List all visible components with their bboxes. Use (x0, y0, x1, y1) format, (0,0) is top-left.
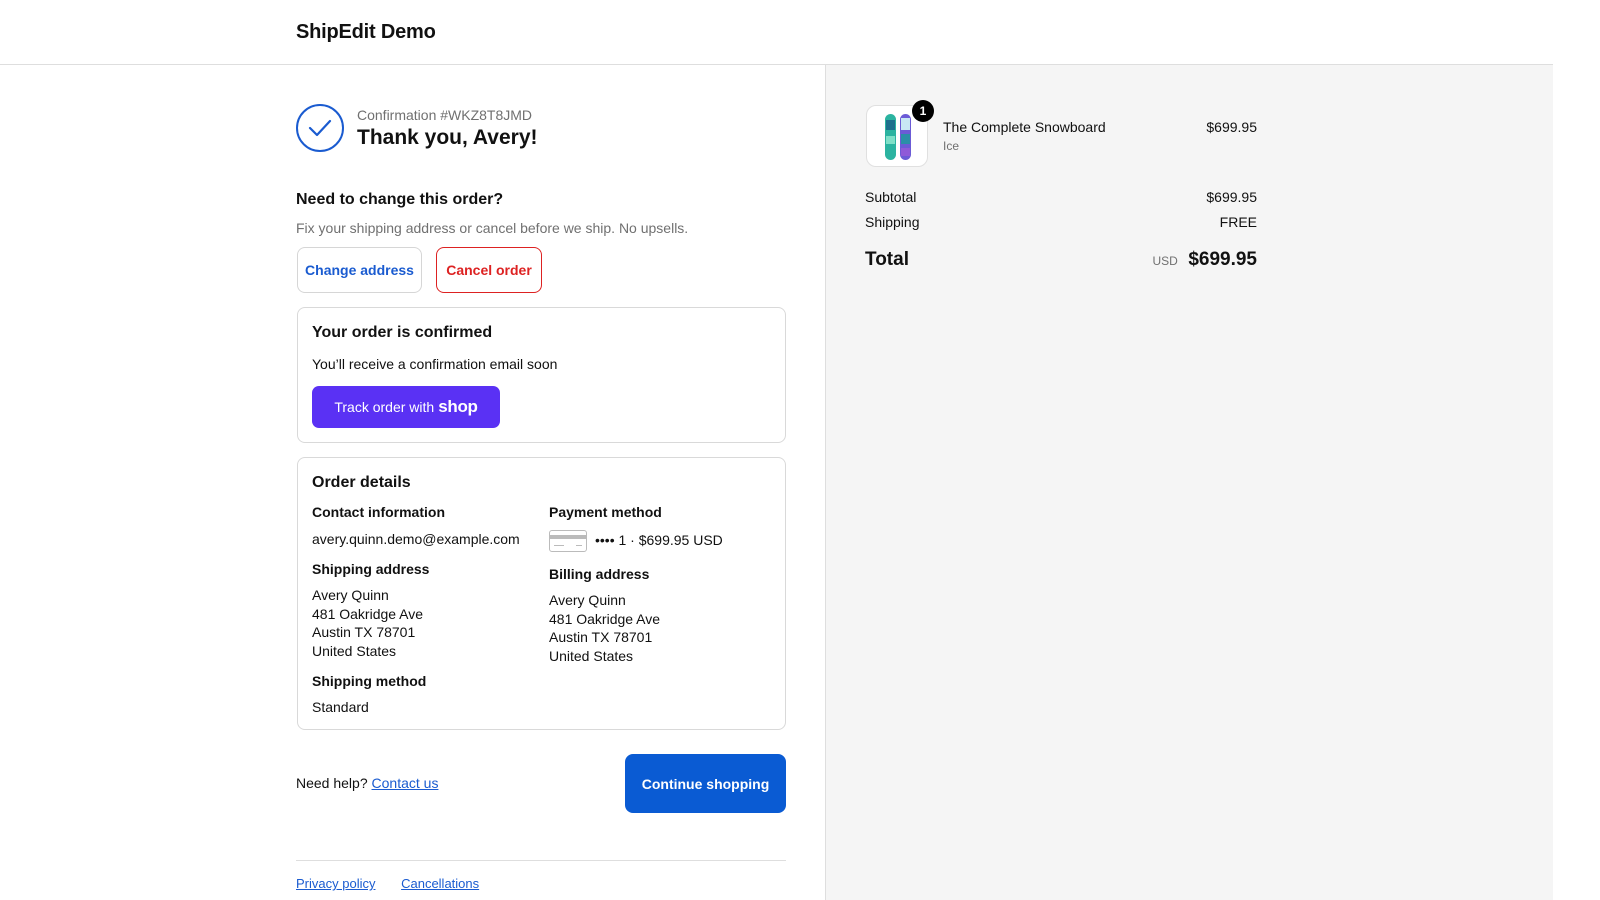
privacy-policy-link[interactable]: Privacy policy (296, 876, 375, 891)
order-confirmed-card: Your order is confirmed You’ll receive a… (297, 307, 786, 443)
need-help-text: Need help? Contact us (296, 775, 438, 791)
product-name: The Complete Snowboard (943, 119, 1106, 135)
change-order-title: Need to change this order? (296, 191, 504, 208)
billing-address-line: Austin TX 78701 (549, 629, 653, 645)
total-label: Total (865, 249, 909, 270)
cancel-order-button[interactable]: Cancel order (436, 247, 542, 293)
footer-links: Privacy policy Cancellations (296, 876, 501, 891)
top-header: ShipEdit Demo (0, 0, 1553, 65)
shipping-address-label: Shipping address (312, 561, 430, 577)
shipping-method-label: Shipping method (312, 673, 427, 689)
shipping-address-line: United States (312, 642, 397, 659)
check-circle-icon (296, 104, 344, 152)
quantity-badge: 1 (912, 100, 934, 122)
order-details-title: Order details (312, 474, 411, 491)
shipping-address: Avery Quinn 481 Oakridge Ave Austin TX 7… (312, 586, 423, 660)
confirmation-email-text: You’ll receive a confirmation email soon (312, 356, 558, 372)
billing-address: Avery Quinn 481 Oakridge Ave Austin TX 7… (549, 591, 660, 665)
billing-address-label: Billing address (549, 566, 650, 582)
billing-address-line: Avery Quinn (549, 592, 626, 608)
confirmation-number: Confirmation #WKZ8T8JMD (357, 107, 533, 123)
shipping-method: Standard (312, 699, 369, 715)
shipping-value: FREE (1219, 214, 1257, 230)
shipping-address-line: 481 Oakridge Ave (312, 605, 424, 622)
credit-card-icon (549, 530, 587, 552)
change-order-subtitle: Fix your shipping address or cancel befo… (296, 220, 689, 236)
order-details-card: Order details Contact information avery.… (297, 457, 786, 730)
confirmation-heading: Confirmation #WKZ8T8JMD Thank you, Avery… (296, 104, 786, 154)
billing-address-line: 481 Oakridge Ave (549, 610, 661, 627)
footer-divider (296, 860, 786, 861)
shipping-address-line: Austin TX 78701 (312, 624, 416, 640)
track-order-label: Track order with (334, 399, 435, 415)
change-address-button[interactable]: Change address (297, 247, 422, 293)
subtotal-label: Subtotal (865, 189, 917, 205)
thank-you-title: Thank you, Avery! (357, 126, 538, 149)
shop-logo: shop (438, 397, 478, 416)
shipping-label: Shipping (865, 214, 920, 230)
page-gutter (1553, 0, 1600, 900)
total-currency: USD (1152, 254, 1178, 268)
payment-method-label: Payment method (549, 504, 662, 520)
track-order-shop-button[interactable]: Track order with shop (312, 386, 500, 428)
subtotal-value: $699.95 (1206, 189, 1257, 205)
order-confirmed-title: Your order is confirmed (312, 324, 493, 341)
total-amount: $699.95 (1188, 249, 1257, 270)
contact-info-label: Contact information (312, 504, 445, 520)
product-variant: Ice (943, 139, 960, 153)
product-price: $699.95 (1206, 119, 1257, 135)
cancellations-link[interactable]: Cancellations (401, 876, 479, 891)
total-value: USD $699.95 (1100, 249, 1257, 271)
continue-shopping-button[interactable]: Continue shopping (625, 754, 786, 813)
contact-us-link[interactable]: Contact us (372, 775, 439, 791)
need-help-label: Need help? (296, 775, 368, 791)
billing-address-line: United States (549, 647, 634, 664)
contact-email: avery.quinn.demo@example.com (312, 531, 520, 547)
store-brand[interactable]: ShipEdit Demo (296, 21, 436, 44)
payment-summary: •••• 1 · $699.95 USD (595, 532, 723, 548)
shipping-address-line: Avery Quinn (312, 587, 389, 603)
